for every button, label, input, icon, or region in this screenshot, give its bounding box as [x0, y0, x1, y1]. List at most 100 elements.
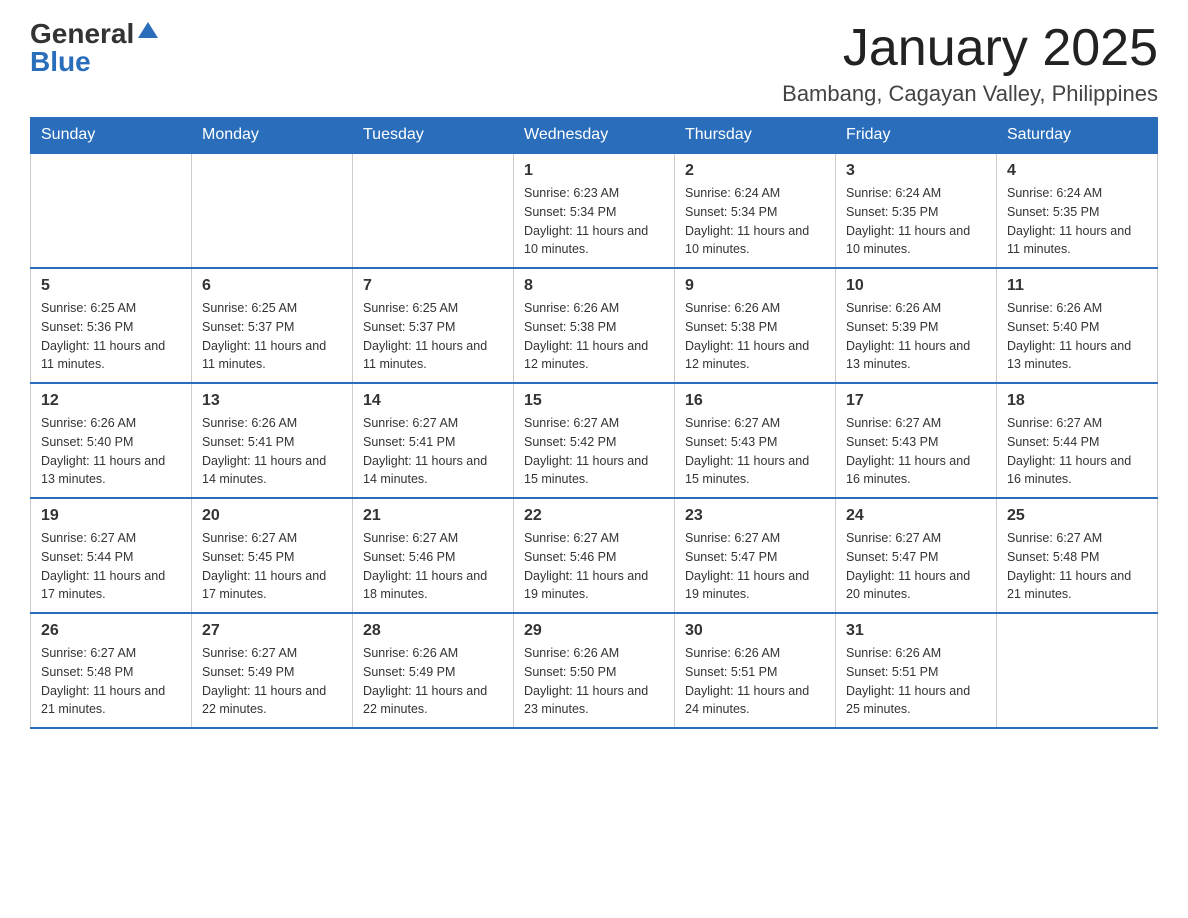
calendar-cell: 29Sunrise: 6:26 AMSunset: 5:50 PMDayligh… — [514, 613, 675, 728]
calendar-cell: 20Sunrise: 6:27 AMSunset: 5:45 PMDayligh… — [192, 498, 353, 613]
calendar-cell: 12 Sunrise: 6:26 AMSunset: 5:40 PMDayligh… — [31, 383, 192, 498]
calendar-cell: 15 Sunrise: 6:27 AMSunset: 5:42 PMDayligh… — [514, 383, 675, 498]
day-info: Sunrise: 6:27 AMSunset: 5:43 PMDaylight:… — [685, 414, 825, 489]
day-number: 30 — [685, 622, 825, 640]
day-info: Sunrise: 6:27 AMSunset: 5:48 PMDaylight:… — [41, 644, 181, 719]
day-number: 11 — [1007, 277, 1147, 295]
calendar-week-row: 1 Sunrise: 6:23 AMSunset: 5:34 PMDaylight… — [31, 153, 1158, 268]
day-number: 13 — [202, 392, 342, 410]
day-info: Sunrise: 6:25 AMSunset: 5:37 PMDaylight:… — [363, 299, 503, 374]
day-number: 12 — [41, 392, 181, 410]
day-number: 22 — [524, 507, 664, 525]
calendar-cell: 24Sunrise: 6:27 AMSunset: 5:47 PMDayligh… — [836, 498, 997, 613]
day-number: 19 — [41, 507, 181, 525]
calendar-cell: 26 Sunrise: 6:27 AMSunset: 5:48 PMDayligh… — [31, 613, 192, 728]
day-number: 26 — [41, 622, 181, 640]
day-number: 18 — [1007, 392, 1147, 410]
calendar-header-row: SundayMondayTuesdayWednesdayThursdayFrid… — [31, 118, 1158, 154]
calendar-cell: 2 Sunrise: 6:24 AMSunset: 5:34 PMDaylight… — [675, 153, 836, 268]
calendar-day-header: Saturday — [997, 118, 1158, 154]
page-header: General Blue January 2025 Bambang, Cagay… — [30, 20, 1158, 107]
calendar-cell: 21 Sunrise: 6:27 AMSunset: 5:46 PMDayligh… — [353, 498, 514, 613]
logo-triangle-icon — [138, 22, 158, 38]
day-info: Sunrise: 6:25 AMSunset: 5:36 PMDaylight:… — [41, 299, 181, 374]
day-info: Sunrise: 6:27 AMSunset: 5:42 PMDaylight:… — [524, 414, 664, 489]
day-number: 4 — [1007, 162, 1147, 180]
day-info: Sunrise: 6:26 AMSunset: 5:49 PMDaylight:… — [363, 644, 503, 719]
calendar-cell: 4 Sunrise: 6:24 AMSunset: 5:35 PMDaylight… — [997, 153, 1158, 268]
calendar-week-row: 19 Sunrise: 6:27 AMSunset: 5:44 PMDayligh… — [31, 498, 1158, 613]
calendar-day-header: Thursday — [675, 118, 836, 154]
calendar-cell — [997, 613, 1158, 728]
day-info: Sunrise: 6:27 AMSunset: 5:45 PMDaylight:… — [202, 529, 342, 604]
day-info: Sunrise: 6:27 AMSunset: 5:44 PMDaylight:… — [41, 529, 181, 604]
calendar-cell — [192, 153, 353, 268]
day-number: 6 — [202, 277, 342, 295]
title-section: January 2025 Bambang, Cagayan Valley, Ph… — [782, 20, 1158, 107]
day-number: 15 — [524, 392, 664, 410]
calendar-cell — [31, 153, 192, 268]
logo: General Blue — [30, 20, 158, 76]
calendar-cell: 3Sunrise: 6:24 AMSunset: 5:35 PMDaylight… — [836, 153, 997, 268]
day-info: Sunrise: 6:27 AMSunset: 5:48 PMDaylight:… — [1007, 529, 1147, 604]
calendar-cell: 7Sunrise: 6:25 AMSunset: 5:37 PMDaylight… — [353, 268, 514, 383]
calendar-day-header: Monday — [192, 118, 353, 154]
logo-general-text: General — [30, 20, 134, 48]
calendar-cell: 22 Sunrise: 6:27 AMSunset: 5:46 PMDayligh… — [514, 498, 675, 613]
calendar-cell: 6 Sunrise: 6:25 AMSunset: 5:37 PMDaylight… — [192, 268, 353, 383]
day-info: Sunrise: 6:27 AMSunset: 5:44 PMDaylight:… — [1007, 414, 1147, 489]
calendar-cell: 1 Sunrise: 6:23 AMSunset: 5:34 PMDaylight… — [514, 153, 675, 268]
calendar-cell: 14Sunrise: 6:27 AMSunset: 5:41 PMDayligh… — [353, 383, 514, 498]
day-number: 31 — [846, 622, 986, 640]
calendar-cell: 16 Sunrise: 6:27 AMSunset: 5:43 PMDayligh… — [675, 383, 836, 498]
day-info: Sunrise: 6:27 AMSunset: 5:47 PMDaylight:… — [685, 529, 825, 604]
day-number: 29 — [524, 622, 664, 640]
day-info: Sunrise: 6:23 AMSunset: 5:34 PMDaylight:… — [524, 184, 664, 259]
day-number: 1 — [524, 162, 664, 180]
day-info: Sunrise: 6:26 AMSunset: 5:39 PMDaylight:… — [846, 299, 986, 374]
day-info: Sunrise: 6:26 AMSunset: 5:51 PMDaylight:… — [685, 644, 825, 719]
day-number: 21 — [363, 507, 503, 525]
calendar-cell: 13 Sunrise: 6:26 AMSunset: 5:41 PMDayligh… — [192, 383, 353, 498]
day-info: Sunrise: 6:26 AMSunset: 5:40 PMDaylight:… — [1007, 299, 1147, 374]
calendar-day-header: Friday — [836, 118, 997, 154]
day-number: 23 — [685, 507, 825, 525]
day-info: Sunrise: 6:27 AMSunset: 5:43 PMDaylight:… — [846, 414, 986, 489]
calendar-cell: 27 Sunrise: 6:27 AMSunset: 5:49 PMDayligh… — [192, 613, 353, 728]
day-number: 27 — [202, 622, 342, 640]
day-info: Sunrise: 6:24 AMSunset: 5:35 PMDaylight:… — [846, 184, 986, 259]
day-info: Sunrise: 6:26 AMSunset: 5:38 PMDaylight:… — [524, 299, 664, 374]
day-info: Sunrise: 6:27 AMSunset: 5:46 PMDaylight:… — [524, 529, 664, 604]
day-info: Sunrise: 6:27 AMSunset: 5:49 PMDaylight:… — [202, 644, 342, 719]
calendar-cell: 19 Sunrise: 6:27 AMSunset: 5:44 PMDayligh… — [31, 498, 192, 613]
day-info: Sunrise: 6:27 AMSunset: 5:46 PMDaylight:… — [363, 529, 503, 604]
calendar-cell: 23 Sunrise: 6:27 AMSunset: 5:47 PMDayligh… — [675, 498, 836, 613]
day-number: 5 — [41, 277, 181, 295]
calendar-cell: 17 Sunrise: 6:27 AMSunset: 5:43 PMDayligh… — [836, 383, 997, 498]
calendar-cell — [353, 153, 514, 268]
day-number: 16 — [685, 392, 825, 410]
month-title: January 2025 — [782, 20, 1158, 77]
calendar-cell: 5 Sunrise: 6:25 AMSunset: 5:36 PMDaylight… — [31, 268, 192, 383]
day-info: Sunrise: 6:24 AMSunset: 5:34 PMDaylight:… — [685, 184, 825, 259]
calendar-cell: 30 Sunrise: 6:26 AMSunset: 5:51 PMDayligh… — [675, 613, 836, 728]
day-info: Sunrise: 6:26 AMSunset: 5:40 PMDaylight:… — [41, 414, 181, 489]
location-title: Bambang, Cagayan Valley, Philippines — [782, 81, 1158, 107]
day-number: 2 — [685, 162, 825, 180]
day-number: 9 — [685, 277, 825, 295]
calendar-week-row: 12 Sunrise: 6:26 AMSunset: 5:40 PMDayligh… — [31, 383, 1158, 498]
day-info: Sunrise: 6:26 AMSunset: 5:41 PMDaylight:… — [202, 414, 342, 489]
calendar-cell: 18 Sunrise: 6:27 AMSunset: 5:44 PMDayligh… — [997, 383, 1158, 498]
day-number: 8 — [524, 277, 664, 295]
logo-blue-text: Blue — [30, 48, 91, 76]
calendar-cell: 9Sunrise: 6:26 AMSunset: 5:38 PMDaylight… — [675, 268, 836, 383]
calendar-cell: 31Sunrise: 6:26 AMSunset: 5:51 PMDayligh… — [836, 613, 997, 728]
day-number: 28 — [363, 622, 503, 640]
day-number: 17 — [846, 392, 986, 410]
calendar-cell: 28 Sunrise: 6:26 AMSunset: 5:49 PMDayligh… — [353, 613, 514, 728]
calendar-day-header: Wednesday — [514, 118, 675, 154]
day-info: Sunrise: 6:24 AMSunset: 5:35 PMDaylight:… — [1007, 184, 1147, 259]
day-info: Sunrise: 6:25 AMSunset: 5:37 PMDaylight:… — [202, 299, 342, 374]
day-number: 10 — [846, 277, 986, 295]
day-info: Sunrise: 6:27 AMSunset: 5:41 PMDaylight:… — [363, 414, 503, 489]
